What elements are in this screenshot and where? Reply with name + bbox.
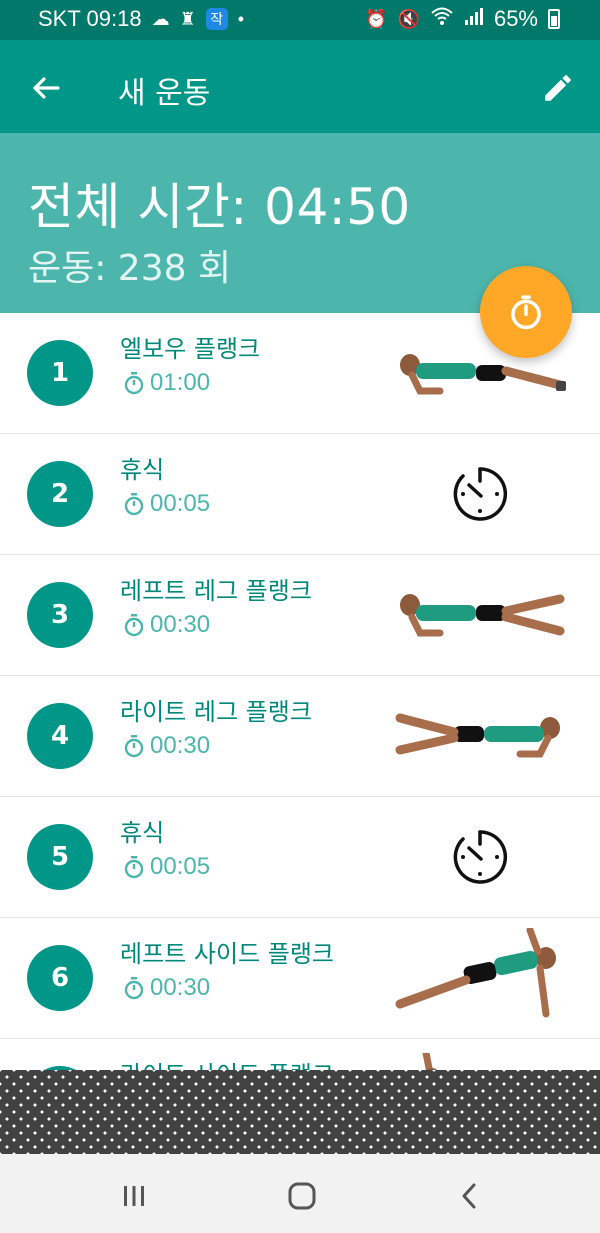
mute-icon: 🔇: [397, 8, 420, 29]
recents-button[interactable]: [114, 1176, 154, 1216]
app-bar: 새 운동: [0, 40, 600, 133]
exercise-name: 휴식: [120, 456, 165, 484]
recents-icon: [124, 1186, 144, 1206]
duration-text: 00:05: [150, 490, 211, 517]
duration-text: 01:00: [150, 369, 211, 396]
back-button[interactable]: [20, 62, 72, 114]
stopwatch-icon: [124, 977, 144, 1000]
exercise-row[interactable]: 6 레프트 사이드 플랭크 00:30: [0, 918, 600, 1039]
status-bar: SKT 09:18 ☁ ♜ 작 • ⏰ 🔇 65%: [0, 0, 600, 40]
battery-icon: [548, 9, 560, 29]
duration-text: 00:30: [150, 732, 211, 759]
duration-text: 00:05: [150, 853, 211, 880]
wifi-icon: [430, 6, 454, 32]
duration-text: 00:30: [150, 611, 211, 638]
status-right: ⏰ 🔇 65%: [365, 6, 560, 32]
total-time: 전체 시간: 04:50: [28, 178, 411, 236]
exercise-name: 엘보우 플랭크: [120, 335, 261, 363]
exercise-row[interactable]: 4 라이트 레그 플랭크 00:30: [0, 676, 600, 797]
app-badge-icon: 작: [205, 8, 228, 30]
pencil-icon: [545, 75, 571, 101]
right-side-plank-thumbnail: [390, 1053, 570, 1070]
exercise-row[interactable]: 2 휴식 00:05: [0, 434, 600, 555]
exercise-duration: 00:30: [122, 974, 210, 1002]
left-side-plank-thumbnail: [390, 928, 570, 1024]
system-nav-bar: [0, 1154, 600, 1233]
home-icon: [288, 1182, 316, 1210]
cloud-icon: ☁: [151, 8, 170, 29]
carrier-time: SKT 09:18: [38, 6, 142, 31]
stopwatch-icon: [511, 295, 541, 330]
start-timer-button[interactable]: [480, 266, 572, 358]
arrow-left-icon: [33, 77, 60, 99]
exercise-duration: 00:05: [122, 853, 210, 881]
exercise-duration: 00:05: [122, 490, 210, 518]
status-left: SKT 09:18 ☁ ♜ 작 •: [38, 6, 244, 32]
stopwatch-icon: [124, 614, 144, 637]
back-icon: [462, 1183, 476, 1209]
signal-icon: [464, 6, 484, 32]
exercise-row[interactable]: 5 휴식 00:05: [0, 797, 600, 918]
exercise-number: 3: [27, 582, 93, 648]
exercise-name: 휴식: [120, 819, 165, 847]
exercise-name: 라이트 레그 플랭크: [120, 698, 312, 726]
exercise-number: 4: [27, 703, 93, 769]
alarm-icon: ⏰: [365, 8, 388, 29]
exercise-number: 6: [27, 945, 93, 1011]
system-back-button[interactable]: [450, 1176, 490, 1216]
home-button[interactable]: [282, 1176, 322, 1216]
exercise-row[interactable]: 3 레프트 레그 플랭크 00:30: [0, 555, 600, 676]
exercise-list: 1 엘보우 플랭크 01:00 2 휴식 00:05 3 레프트 레그 플랭크 …: [0, 313, 600, 1070]
notification-dot: •: [237, 8, 245, 29]
rest-timer-icon: [390, 448, 570, 540]
app-title: 새 운동: [118, 76, 211, 111]
exercise-count: 운동: 238 회: [28, 248, 232, 289]
right-leg-plank-thumbnail: [390, 690, 570, 782]
stopwatch-icon: [124, 493, 144, 516]
left-leg-plank-thumbnail: [390, 569, 570, 661]
exercise-duration: 01:00: [122, 369, 210, 397]
exercise-number: 2: [27, 461, 93, 527]
ad-banner[interactable]: [0, 1070, 600, 1154]
edit-button[interactable]: [532, 62, 584, 114]
stopwatch-icon: [124, 372, 144, 395]
exercise-number: 1: [27, 340, 93, 406]
exercise-duration: 00:30: [122, 611, 210, 639]
exercise-duration: 00:30: [122, 732, 210, 760]
stopwatch-icon: [124, 856, 144, 879]
duration-text: 00:30: [150, 974, 211, 1001]
exercise-number: 5: [27, 824, 93, 890]
rest-timer-icon: [390, 811, 570, 903]
exercise-name: 라이트 사이드 플랭크: [120, 1055, 334, 1070]
figure-icon: ♜: [179, 8, 196, 29]
stopwatch-icon: [124, 735, 144, 758]
exercise-row[interactable]: 7 라이트 사이드 플랭크: [0, 1039, 600, 1070]
exercise-name: 레프트 사이드 플랭크: [120, 940, 334, 968]
exercise-name: 레프트 레그 플랭크: [120, 577, 312, 605]
battery-percent: 65%: [493, 6, 538, 31]
